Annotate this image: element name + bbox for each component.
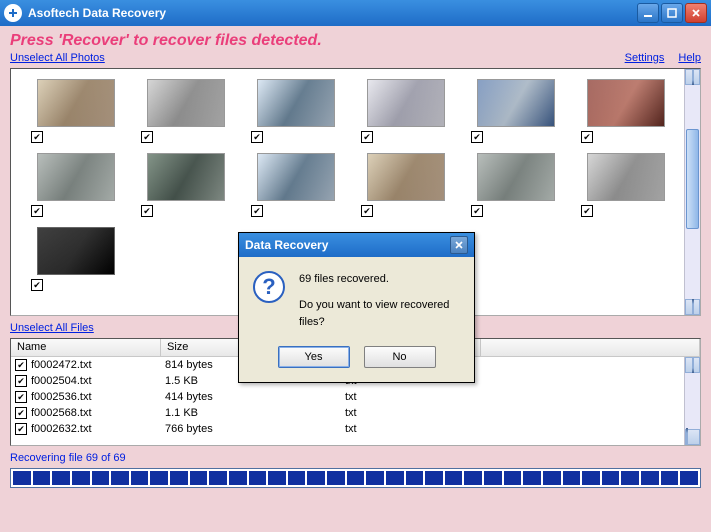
file-ext: txt [345,407,485,419]
photo-item[interactable] [31,227,121,291]
file-row[interactable]: f0002536.txt414 bytestxt [11,389,700,405]
scroll-up-button[interactable] [685,357,700,373]
unselect-all-photos-link[interactable]: Unselect All Photos [10,52,105,64]
file-ext: txt [345,391,485,403]
photo-item[interactable] [581,153,671,217]
col-header-name[interactable]: Name [11,339,161,356]
settings-link[interactable]: Settings [625,52,665,64]
close-button[interactable] [685,3,707,23]
photo-item[interactable] [471,79,561,143]
file-size: 414 bytes [165,391,345,403]
photo-thumbnail [37,153,115,201]
no-button[interactable]: No [364,346,436,368]
photo-checkbox[interactable] [141,131,153,143]
dialog-line1: 69 files recovered. [299,271,460,289]
file-checkbox[interactable] [15,407,27,419]
file-size: 766 bytes [165,423,345,435]
photo-thumbnail [367,153,445,201]
photo-item[interactable] [581,79,671,143]
dialog-title: Data Recovery [245,238,450,252]
photo-checkbox[interactable] [361,205,373,217]
scroll-down-button[interactable] [685,299,700,315]
scroll-down-button[interactable] [685,429,700,445]
question-icon: ? [253,271,285,303]
file-scrollbar[interactable] [684,357,700,445]
recovery-dialog: Data Recovery ? 69 files recovered. Do y… [238,232,475,383]
photo-item[interactable] [251,79,341,143]
file-checkbox[interactable] [15,423,27,435]
photo-item[interactable] [361,79,451,143]
file-name: f0002472.txt [31,359,165,371]
photo-checkbox[interactable] [581,131,593,143]
photo-checkbox[interactable] [31,279,43,291]
photo-item[interactable] [471,153,561,217]
status-text: Recovering file 69 of 69 [10,452,701,464]
photo-checkbox[interactable] [31,205,43,217]
dialog-line2: Do you want to view recovered files? [299,297,460,332]
photo-checkbox[interactable] [251,205,263,217]
file-name: f0002568.txt [31,407,165,419]
file-size: 1.1 KB [165,407,345,419]
photo-scrollbar[interactable] [684,69,700,315]
photo-thumbnail [587,153,665,201]
app-icon [4,4,22,22]
unselect-all-files-link[interactable]: Unselect All Files [10,322,94,334]
photo-checkbox[interactable] [361,131,373,143]
instruction-text: Press 'Recover' to recover files detecte… [10,32,701,50]
photo-thumbnail [367,79,445,127]
photo-checkbox[interactable] [251,131,263,143]
photo-item[interactable] [31,79,121,143]
dialog-text: 69 files recovered. Do you want to view … [299,271,460,332]
scroll-up-button[interactable] [685,69,700,85]
photo-thumbnail [147,79,225,127]
col-header-blank [481,339,700,356]
content-area: Press 'Recover' to recover files detecte… [0,26,711,532]
progress-bar [10,468,701,488]
top-link-row: Unselect All Photos Settings Help [10,52,701,64]
file-checkbox[interactable] [15,391,27,403]
photo-thumbnail [257,79,335,127]
minimize-button[interactable] [637,3,659,23]
photo-checkbox[interactable] [471,131,483,143]
file-name: f0002504.txt [31,375,165,387]
photo-thumbnail [477,153,555,201]
photo-thumbnail [147,153,225,201]
photo-checkbox[interactable] [581,205,593,217]
title-bar: Asoftech Data Recovery [0,0,711,26]
help-link[interactable]: Help [678,52,701,64]
yes-button[interactable]: Yes [278,346,350,368]
dialog-title-bar: Data Recovery [239,233,474,257]
photo-checkbox[interactable] [31,131,43,143]
photo-thumbnail [37,79,115,127]
file-checkbox[interactable] [15,375,27,387]
scroll-thumb[interactable] [686,129,699,229]
photo-checkbox[interactable] [471,205,483,217]
photo-item[interactable] [361,153,451,217]
photo-thumbnail [257,153,335,201]
file-name: f0002632.txt [31,423,165,435]
window-title: Asoftech Data Recovery [28,6,635,20]
photo-thumbnail [477,79,555,127]
photo-checkbox[interactable] [141,205,153,217]
dialog-close-button[interactable] [450,236,468,254]
file-row[interactable]: f0002568.txt1.1 KBtxt [11,405,700,421]
photo-thumbnail [37,227,115,275]
file-ext: txt [345,423,485,435]
file-name: f0002536.txt [31,391,165,403]
photo-item[interactable] [141,79,231,143]
photo-item[interactable] [31,153,121,217]
maximize-button[interactable] [661,3,683,23]
file-checkbox[interactable] [15,359,27,371]
photo-item[interactable] [141,153,231,217]
file-row[interactable]: f0002632.txt766 bytestxt [11,421,700,437]
photo-thumbnail [587,79,665,127]
photo-item[interactable] [251,153,341,217]
